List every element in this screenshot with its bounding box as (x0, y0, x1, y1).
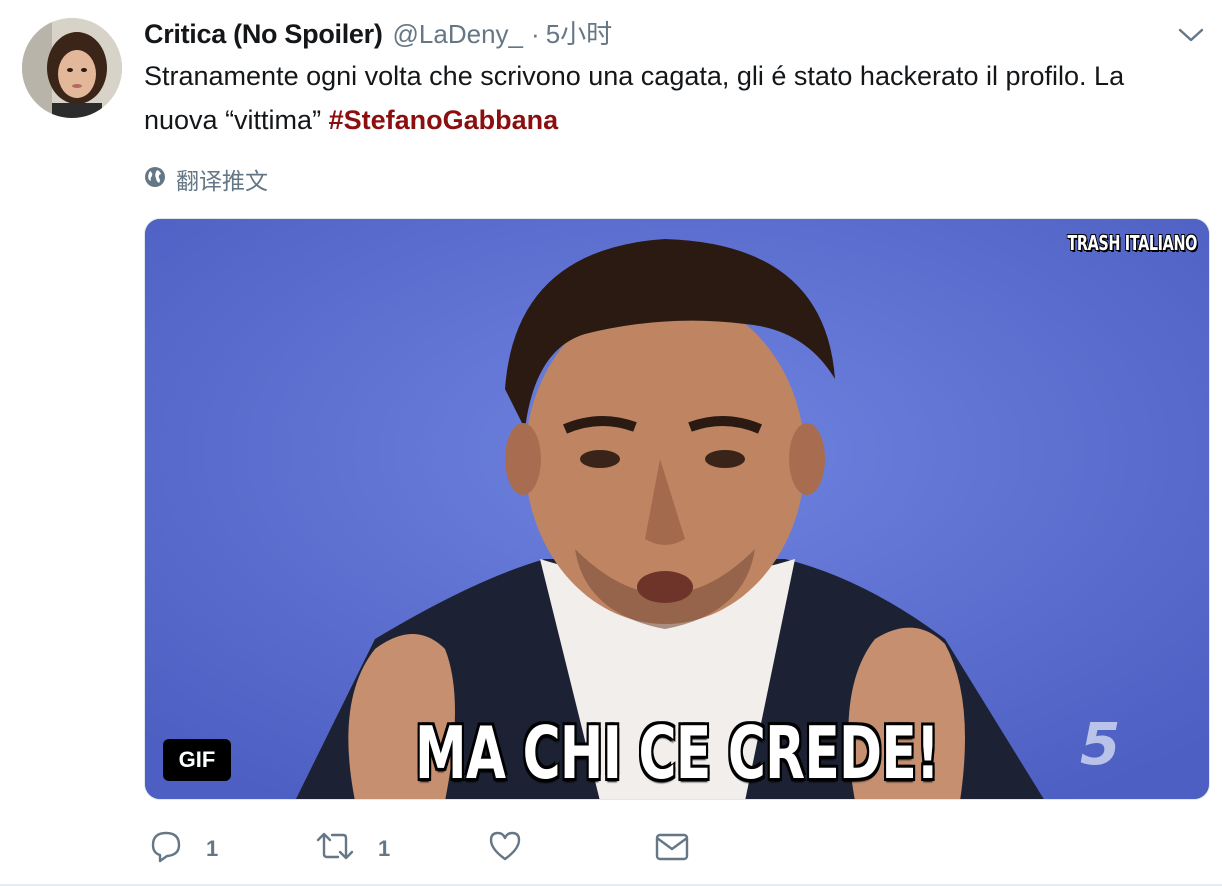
chevron-down-icon[interactable] (1176, 24, 1206, 46)
heart-icon (487, 828, 523, 869)
reply-button[interactable]: 1 (148, 828, 218, 869)
separator-dot: · (531, 19, 540, 49)
hashtag-link[interactable]: #StefanoGabbana (329, 105, 559, 135)
tweet-text: Stranamente ogni volta che scrivono una … (144, 54, 1184, 142)
watermark-text: TRASH ITALIANO (1067, 231, 1197, 255)
like-button[interactable] (487, 828, 523, 869)
direct-message-button[interactable] (654, 828, 690, 869)
translate-tweet-link[interactable]: 翻译推文 (144, 162, 268, 196)
reply-count: 1 (206, 835, 219, 861)
timestamp[interactable]: 5小时 (546, 14, 612, 51)
gif-caption: MA CHI CE CREDE! (415, 711, 940, 795)
avatar[interactable] (22, 18, 122, 118)
tweet-header: Critica (No Spoiler) @LaDeny_ · 5小时 (144, 14, 612, 54)
svg-text:5: 5 (1080, 710, 1120, 778)
avatar-image (22, 18, 122, 118)
reply-icon (148, 828, 184, 869)
media-gif[interactable]: 5 TRASH ITALIANO MA CHI CE CREDE! GIF (144, 218, 1210, 800)
tweet-body: Stranamente ogni volta che scrivono una … (144, 61, 1125, 135)
translate-label: 翻译推文 (176, 169, 268, 195)
mail-icon (654, 828, 690, 869)
user-handle[interactable]: @LaDeny_ (393, 19, 523, 50)
retweet-count: 1 (378, 835, 391, 861)
channel-logo: 5 (1080, 710, 1120, 778)
retweet-icon (314, 828, 356, 869)
retweet-button[interactable]: 1 (314, 828, 390, 869)
display-name[interactable]: Critica (No Spoiler) (144, 19, 383, 50)
globe-icon (144, 166, 166, 193)
gif-badge: GIF (163, 739, 231, 781)
